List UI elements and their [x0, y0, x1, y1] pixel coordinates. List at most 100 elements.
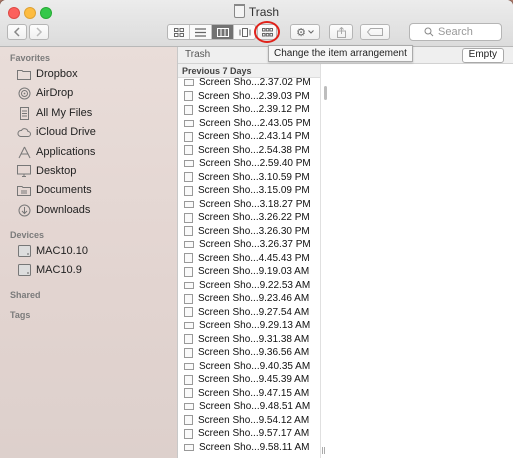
tooltip: Change the item arrangement — [268, 45, 413, 62]
file-row[interactable]: Screen Sho...9.48.51 AM — [178, 400, 320, 414]
file-name: Screen Sho...3.18.27 PM — [199, 198, 311, 210]
screenshot-file-icon — [184, 443, 194, 451]
file-name: Screen Sho...2.54.38 PM — [198, 144, 310, 156]
sidebar-item-mac10-9[interactable]: MAC10.9 — [17, 262, 82, 278]
empty-trash-button[interactable]: Empty — [461, 48, 504, 63]
tag-icon — [367, 28, 383, 36]
action-button[interactable]: ⚙ — [290, 24, 320, 40]
sidebar-item-label: Documents — [36, 184, 92, 196]
search-field[interactable]: Search — [409, 23, 502, 41]
forward-button[interactable] — [29, 24, 49, 40]
sidebar: Favorites Dropbox AirDrop All My Files i… — [0, 47, 178, 458]
screenshot-file-icon — [184, 104, 193, 115]
sidebar-item-documents[interactable]: Documents — [17, 182, 92, 198]
file-column: Previous 7 Days Screen Sho...2.37.02 PM S… — [178, 64, 321, 458]
cloud-icon — [17, 126, 31, 138]
screenshot-file-icon — [184, 119, 194, 127]
share-button[interactable] — [329, 24, 353, 40]
screenshot-file-icon — [184, 322, 194, 330]
file-row[interactable]: Screen Sho...3.26.30 PM — [178, 225, 320, 239]
file-row[interactable]: Screen Sho...9.27.54 AM — [178, 306, 320, 320]
file-row[interactable]: Screen Sho...2.43.14 PM — [178, 130, 320, 144]
sidebar-item-desktop[interactable]: Desktop — [17, 163, 76, 179]
file-row[interactable]: Screen Sho...2.59.40 PM — [178, 157, 320, 171]
sidebar-item-dropbox[interactable]: Dropbox — [17, 66, 78, 82]
window-title-text: Trash — [248, 5, 280, 19]
sidebar-item-icloud-drive[interactable]: iCloud Drive — [17, 124, 96, 140]
search-icon — [424, 27, 434, 37]
cover-flow-view-button[interactable] — [234, 25, 255, 39]
file-row[interactable]: Screen Sho...3.15.09 PM — [178, 184, 320, 198]
file-row[interactable]: Screen Sho...3.10.59 PM — [178, 171, 320, 185]
file-row[interactable]: Screen Sho...9.40.35 AM — [178, 360, 320, 374]
sidebar-item-label: All My Files — [36, 107, 93, 119]
file-row[interactable]: Screen Sho...2.54.38 PM — [178, 144, 320, 158]
screenshot-file-icon — [184, 374, 193, 385]
column-resize-handle[interactable] — [322, 447, 325, 454]
sidebar-item-label: Applications — [36, 146, 96, 158]
file-row[interactable]: Screen Sho...9.19.03 AM — [178, 265, 320, 279]
sidebar-item-label: iCloud Drive — [36, 126, 96, 138]
disk-icon — [17, 264, 31, 276]
search-placeholder: Search — [438, 26, 473, 38]
list-view-button[interactable] — [190, 25, 212, 39]
file-name: Screen Sho...3.26.30 PM — [198, 225, 310, 237]
file-row[interactable]: Screen Sho...9.47.15 AM — [178, 387, 320, 401]
file-row[interactable]: Screen Sho...9.54.12 AM — [178, 414, 320, 428]
scrollbar-thumb[interactable] — [324, 86, 327, 100]
back-button[interactable] — [7, 24, 27, 40]
file-row[interactable]: Screen Sho...2.43.05 PM — [178, 117, 320, 131]
screenshot-file-icon — [184, 281, 194, 289]
gear-icon: ⚙ — [296, 26, 306, 39]
file-name: Screen Sho...9.27.54 AM — [198, 306, 310, 318]
sidebar-item-all-my-files[interactable]: All My Files — [17, 105, 92, 121]
file-row[interactable]: Screen Sho...3.26.22 PM — [178, 211, 320, 225]
screenshot-file-icon — [184, 79, 194, 87]
icon-view-button[interactable] — [168, 25, 190, 39]
file-row[interactable]: Screen Sho...9.45.39 AM — [178, 373, 320, 387]
applications-icon — [17, 146, 31, 158]
downloads-icon — [17, 204, 31, 216]
file-name: Screen Sho...9.58.11 AM — [199, 441, 310, 453]
screenshot-file-icon — [184, 241, 194, 249]
window-title: Trash — [0, 4, 513, 19]
sidebar-item-mac10-10[interactable]: MAC10.10 — [17, 243, 88, 259]
file-row[interactable]: Screen Sho...9.58.11 AM — [178, 441, 320, 455]
file-name: Screen Sho...2.39.12 PM — [198, 104, 310, 116]
tag-button[interactable] — [360, 24, 390, 40]
favorites-header: Favorites — [10, 53, 51, 63]
screenshot-file-icon — [184, 172, 193, 183]
file-name: Screen Sho...9.54.12 AM — [198, 414, 310, 426]
file-row[interactable]: Screen Sho...3.18.27 PM — [178, 198, 320, 212]
share-icon — [336, 26, 346, 38]
sidebar-item-applications[interactable]: Applications — [17, 144, 95, 160]
column-view-icon — [216, 27, 229, 37]
file-row[interactable]: Screen Sho...9.23.46 AM — [178, 292, 320, 306]
column-view-button[interactable] — [212, 25, 234, 39]
file-row[interactable]: Screen Sho...9.29.13 AM — [178, 319, 320, 333]
file-row[interactable]: Screen Sho...4.45.43 PM — [178, 252, 320, 266]
sidebar-item-airdrop[interactable]: AirDrop — [17, 85, 73, 101]
file-row[interactable]: Screen Sho...9.36.56 AM — [178, 346, 320, 360]
screenshot-file-icon — [184, 226, 193, 237]
file-row[interactable]: Screen Sho...2.39.03 PM — [178, 90, 320, 104]
file-name: Screen Sho...2.43.14 PM — [198, 131, 310, 143]
screenshot-file-icon — [184, 91, 193, 102]
devices-header: Devices — [10, 230, 45, 240]
title-bar: Trash ⚙ Search — [0, 0, 513, 47]
file-row[interactable]: Screen Sho...9.31.38 AM — [178, 333, 320, 347]
screenshot-file-icon — [184, 347, 193, 358]
screenshot-file-icon — [184, 145, 193, 156]
file-name: Screen Sho...2.37.02 PM — [199, 77, 311, 89]
file-row[interactable]: Screen Sho...3.26.37 PM — [178, 238, 320, 252]
chevron-left-icon — [13, 27, 20, 37]
file-row[interactable]: Screen Sho...2.39.12 PM — [178, 103, 320, 117]
chevron-down-icon — [308, 30, 314, 34]
shared-header: Shared — [10, 290, 41, 300]
file-row[interactable]: Screen Sho...9.57.17 AM — [178, 427, 320, 441]
desktop-icon — [17, 165, 31, 177]
file-row[interactable]: Screen Sho...9.22.53 AM — [178, 279, 320, 293]
sidebar-item-downloads[interactable]: Downloads — [17, 202, 90, 218]
file-row[interactable]: Screen Sho...2.37.02 PM — [178, 76, 320, 90]
screenshot-file-icon — [184, 253, 193, 264]
